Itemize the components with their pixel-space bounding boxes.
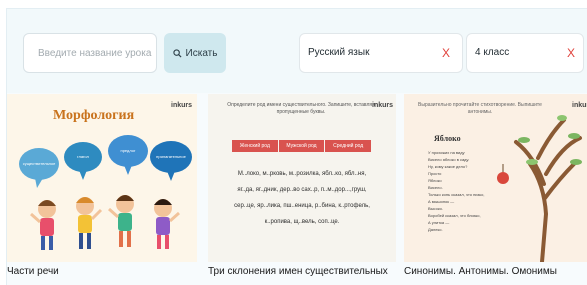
- table-header-cell: Женский род: [232, 140, 279, 152]
- search-button-label: Искать: [185, 47, 218, 59]
- child-figure: [30, 200, 56, 250]
- word-row: сер..це, яр..лика, пш..еница, р..бина, к…: [234, 203, 370, 209]
- bubble-label: прилагательное: [156, 154, 186, 159]
- thumbnail-instruction: Определите род имени существительного. З…: [227, 102, 375, 115]
- lesson-browser: Искать Русский язык X 4 класс X inkurs М…: [6, 8, 587, 285]
- bubble-label: существительное: [23, 161, 56, 166]
- search-toolbar: Искать Русский язык X 4 класс X: [7, 9, 587, 93]
- grade-filter[interactable]: 4 класс X: [466, 33, 584, 73]
- lesson-thumbnail[interactable]: inkurs Выразительно прочитайте стихотвор…: [404, 94, 587, 262]
- lesson-thumbnail[interactable]: inkurs Определите род имени существитель…: [208, 94, 396, 262]
- search-button[interactable]: Искать: [164, 33, 226, 73]
- child-figure: [154, 199, 180, 249]
- child-figure: [76, 197, 103, 249]
- apple-tree-illustration: [497, 115, 582, 262]
- apple-icon: [497, 172, 509, 184]
- subject-clear-icon[interactable]: X: [442, 46, 450, 60]
- speech-bubble: предлог: [108, 135, 148, 175]
- gender-table-header: Женский род Мужской род Средний род: [232, 140, 373, 152]
- lesson-title[interactable]: Синонимы. Антонимы. Омонимы: [404, 266, 587, 277]
- search-icon: [172, 48, 182, 58]
- bubble-label: глагол: [77, 154, 89, 159]
- speech-bubble: существительное: [19, 148, 59, 188]
- word-row: яг..да, яг..дник, дер..во сах..р, п..м..…: [237, 187, 367, 193]
- lesson-title[interactable]: Три склонения имен существительных: [208, 266, 408, 277]
- grade-clear-icon[interactable]: X: [567, 46, 575, 60]
- lesson-thumbnail[interactable]: inkurs Морфология существительное глагол…: [7, 94, 197, 262]
- speech-bubble: глагол: [64, 142, 102, 180]
- lesson-title[interactable]: Части речи: [7, 266, 207, 277]
- lesson-search-input[interactable]: [23, 33, 157, 73]
- word-rows: М..локо, м..рковь, м..розилка, ябл..ко, …: [226, 166, 378, 230]
- grade-filter-value: 4 класс: [475, 47, 510, 58]
- bubble-label: предлог: [121, 148, 136, 153]
- child-figure: [108, 195, 134, 247]
- word-row: М..локо, м..рковь, м..розилка, ябл..ко, …: [237, 171, 367, 177]
- speech-bubble: прилагательное: [150, 141, 192, 181]
- word-row: к..ропива, щ..вель, соп..це.: [264, 219, 340, 225]
- subject-filter[interactable]: Русский язык X: [299, 33, 463, 73]
- subject-filter-value: Русский язык: [308, 47, 370, 58]
- table-header-cell: Мужской род: [278, 140, 326, 152]
- table-header-cell: Средний род: [325, 140, 373, 152]
- kids-illustration: существительное глагол предлог прилагате…: [19, 135, 192, 250]
